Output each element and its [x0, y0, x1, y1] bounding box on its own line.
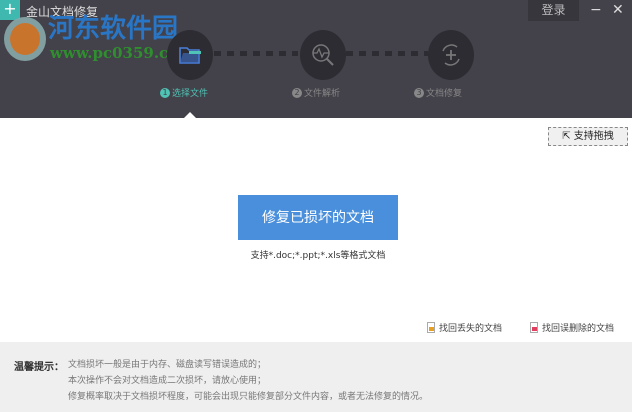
close-button[interactable]: ✕ [612, 0, 624, 20]
step-number: 2 [292, 87, 302, 98]
file-lock-icon [427, 322, 435, 333]
step-2[interactable]: 2 文件解析 [292, 86, 340, 99]
tips-text: 文档损坏一般是由于内存、磁盘读写错误造成的； 本次操作不会对文档造成二次损坏，请… [68, 357, 428, 405]
step-1[interactable]: 1 选择文件 [160, 86, 208, 99]
login-button[interactable]: 登录 [528, 0, 579, 21]
tip-line: 文档损坏一般是由于内存、磁盘读写错误造成的； [68, 360, 267, 370]
repair-document-button[interactable]: 修复已损坏的文档 [238, 195, 398, 240]
supported-formats-text: 支持*.doc;*.ppt;*.xls等格式文档 [250, 251, 386, 261]
step-label: 文档修复 [426, 89, 463, 99]
step-1-circle[interactable] [167, 30, 213, 80]
active-step-pointer [184, 112, 196, 118]
cursor-plus-icon: ⇱ [562, 131, 571, 142]
step-label: 文件解析 [304, 89, 341, 99]
recover-deleted-link[interactable]: 找回误删除的文档 [530, 321, 614, 334]
recover-lost-link[interactable]: 找回丢失的文档 [427, 321, 502, 334]
link-label: 找回误删除的文档 [542, 324, 615, 334]
drag-label: 支持拖拽 [573, 131, 614, 142]
minimize-button[interactable]: − [590, 0, 602, 20]
tip-line: 本次操作不会对文档造成二次损坏，请放心使用； [68, 376, 267, 386]
step-connector [346, 51, 428, 56]
step-3[interactable]: 3 文档修复 [414, 86, 462, 99]
watermark-url: www.pc0359.cn [50, 44, 180, 62]
step-number: 3 [414, 87, 424, 98]
tips-label: 温馨提示： [14, 362, 64, 373]
app-icon: + [0, 0, 20, 20]
step-label: 选择文件 [172, 89, 209, 99]
tip-line: 修复概率取决于文档损坏程度，可能会出现只能修复部分文件内容，或者无法修复的情况。 [68, 392, 429, 402]
file-deleted-icon [530, 322, 538, 333]
step-3-circle[interactable] [428, 30, 474, 80]
step-number: 1 [160, 87, 170, 98]
watermark-logo-icon [4, 17, 46, 61]
link-label: 找回丢失的文档 [439, 324, 503, 334]
analyze-icon [312, 44, 334, 66]
step-connector [214, 51, 298, 56]
tips-panel: 温馨提示： 文档损坏一般是由于内存、磁盘读写错误造成的； 本次操作不会对文档造成… [0, 342, 632, 412]
watermark-name: 河东软件园 [48, 14, 179, 44]
drag-support-button[interactable]: ⇱ 支持拖拽 [548, 127, 628, 146]
folder-icon [179, 47, 201, 64]
repair-cycle-icon [442, 44, 460, 66]
header: + 金山文档修复 河东软件园 www.pc0359.cn 登录 − ✕ 1 选择文… [0, 0, 632, 118]
step-2-circle[interactable] [300, 30, 346, 80]
